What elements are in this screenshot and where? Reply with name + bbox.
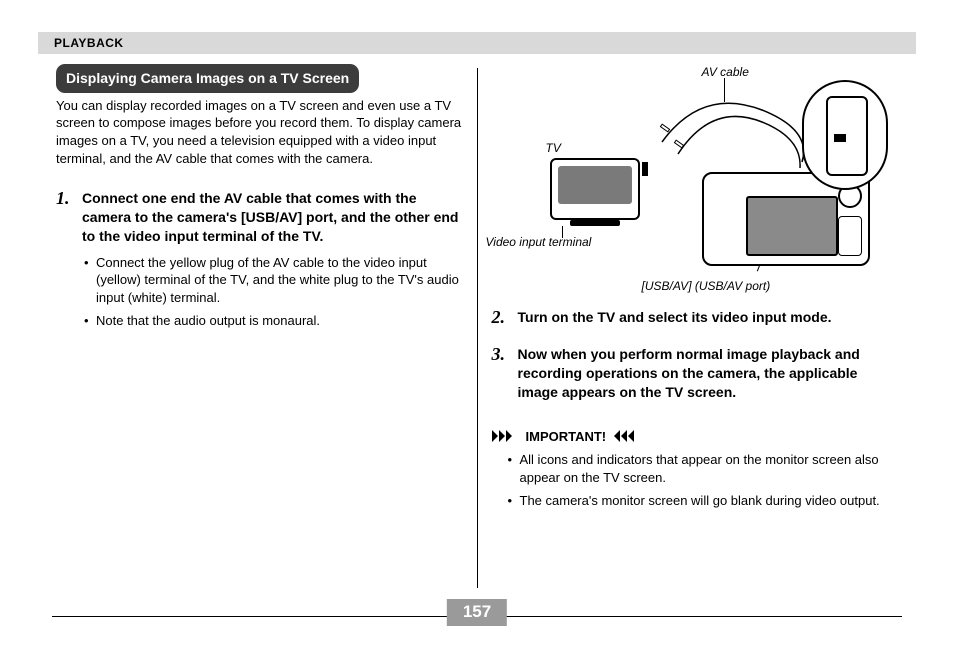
step-3: 3. Now when you perform normal image pla… (492, 345, 899, 410)
arrows-left-icon (614, 430, 640, 442)
leader-line (562, 226, 563, 238)
step-text: Connect one end the AV cable that comes … (82, 189, 463, 246)
label-video-input-terminal: Video input terminal (486, 234, 592, 250)
important-heading: IMPORTANT! (492, 428, 899, 446)
step-body: Connect one end the AV cable that comes … (82, 189, 463, 336)
tv-icon (550, 158, 640, 220)
bullet: All icons and indicators that appear on … (506, 451, 899, 486)
bullet: Connect the yellow plug of the AV cable … (82, 254, 463, 307)
step-text: Now when you perform normal image playba… (518, 345, 899, 402)
section-header: PLAYBACK (54, 35, 124, 51)
step-text: Turn on the TV and select its video inpu… (518, 308, 899, 327)
camera-closeup-icon (802, 80, 888, 190)
arrows-right-icon (492, 430, 518, 442)
left-column: Displaying Camera Images on a TV Screen … (52, 64, 477, 584)
important-label: IMPORTANT! (526, 428, 607, 446)
content-area: Displaying Camera Images on a TV Screen … (52, 64, 902, 584)
connection-diagram: AV cable TV Video input terminal [USB/AV… (492, 64, 899, 284)
bullet: Note that the audio output is monaural. (82, 312, 463, 330)
label-usb-av-port: [USB/AV] (USB/AV port) (642, 278, 771, 294)
right-column: AV cable TV Video input terminal [USB/AV… (478, 64, 903, 584)
step-body: Turn on the TV and select its video inpu… (518, 308, 899, 335)
step-1: 1. Connect one end the AV cable that com… (56, 189, 463, 336)
step-number: 3. (492, 345, 518, 410)
label-av-cable: AV cable (702, 64, 749, 80)
step-2: 2. Turn on the TV and select its video i… (492, 308, 899, 335)
tv-base-icon (570, 220, 620, 226)
step-body: Now when you perform normal image playba… (518, 345, 899, 410)
label-tv: TV (546, 140, 561, 156)
step-bullets: Connect the yellow plug of the AV cable … (82, 254, 463, 330)
important-bullets: All icons and indicators that appear on … (506, 451, 899, 510)
header-bar: PLAYBACK (38, 32, 916, 54)
step-number: 2. (492, 308, 518, 335)
step-number: 1. (56, 189, 82, 336)
intro-paragraph: You can display recorded images on a TV … (56, 97, 463, 167)
page-number: 157 (447, 599, 507, 626)
section-title: Displaying Camera Images on a TV Screen (56, 64, 359, 93)
bullet: The camera's monitor screen will go blan… (506, 492, 899, 510)
